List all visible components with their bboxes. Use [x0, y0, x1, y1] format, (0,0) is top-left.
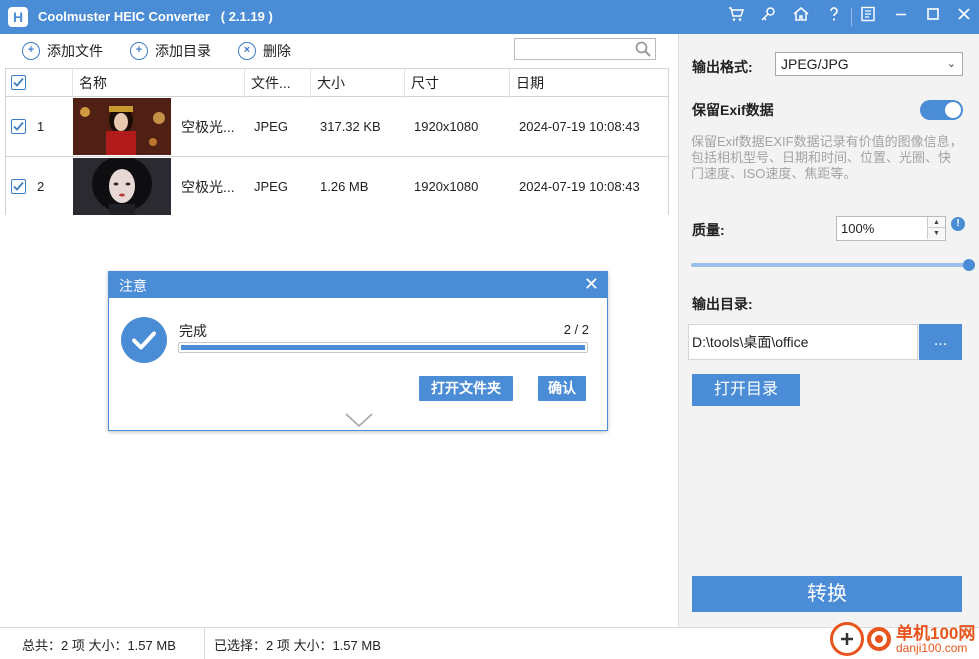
row-filename: 空极光... [181, 179, 235, 195]
exif-description: 保留Exif数据EXIF数据记录有价值的图像信息，包括相机型号、日期和时间、位置… [691, 134, 963, 181]
add-file-button[interactable]: + 添加文件 [22, 40, 103, 62]
feedback-icon[interactable] [856, 5, 880, 29]
image-thumbnail [73, 158, 171, 215]
key-icon[interactable] [756, 5, 780, 29]
column-date[interactable]: 日期 [510, 69, 668, 97]
close-icon[interactable] [952, 5, 976, 29]
row-size: 1.26 MB [320, 179, 369, 194]
watermark-logo-icon [830, 622, 864, 656]
row-date: 2024-07-19 10:08:43 [519, 179, 640, 194]
open-directory-button[interactable]: 打开目录 [692, 374, 800, 406]
ok-button[interactable]: 确认 [538, 376, 586, 401]
row-date: 2024-07-19 10:08:43 [519, 119, 640, 134]
title-bar: H Coolmuster HEIC Converter ( 2.1.19 ) [0, 0, 979, 34]
info-icon[interactable]: ! [951, 217, 965, 231]
select-all-checkbox[interactable] [11, 75, 26, 90]
column-filetype[interactable]: 文件... [245, 69, 311, 97]
titlebar-divider [851, 8, 852, 26]
delete-icon: × [238, 42, 256, 60]
column-name[interactable]: 名称 [72, 69, 245, 97]
watermark-site-url: danji100.com [896, 641, 968, 655]
progress-fill [181, 345, 585, 350]
output-format-select[interactable]: JPEG/JPG ⌄ [775, 52, 963, 76]
add-directory-button[interactable]: + 添加目录 [130, 40, 211, 62]
column-dimensions[interactable]: 尺寸 [405, 69, 510, 97]
keep-exif-label: 保留Exif数据 [692, 102, 774, 118]
home-icon[interactable] [789, 5, 813, 29]
delete-label: 删除 [263, 43, 291, 59]
convert-button[interactable]: 转换 [692, 576, 962, 612]
open-folder-button[interactable]: 打开文件夹 [419, 376, 513, 401]
cart-icon[interactable] [724, 5, 748, 29]
help-icon[interactable] [822, 5, 846, 29]
row-filename: 空极光... [181, 119, 235, 135]
settings-panel: 输出格式: JPEG/JPG ⌄ 保留Exif数据 保留Exif数据EXIF数据… [678, 34, 979, 627]
site-watermark: 单机100网 danji100.com [830, 618, 979, 659]
quality-value: 100% [841, 221, 875, 236]
dialog-title: 注意 [119, 278, 147, 294]
dialog-header: 注意 ✕ [109, 272, 607, 298]
status-total: 总共：2 项 大小：1.57 MB [22, 638, 176, 653]
maximize-icon[interactable] [921, 5, 945, 29]
table-row[interactable]: 1 空极光... JPEG 317.32 KB 1920x1080 2024-0… [6, 97, 668, 157]
row-index: 2 [37, 179, 45, 194]
row-filetype: JPEG [254, 179, 288, 194]
row-filetype: JPEG [254, 119, 288, 134]
table-row[interactable]: 2 空极光... JPEG 1.26 MB 1920x1080 2024-07-… [6, 157, 668, 217]
row-size: 317.32 KB [320, 119, 381, 134]
search-input[interactable] [514, 38, 656, 60]
quality-label: 质量: [692, 222, 725, 238]
chevron-down-icon[interactable] [344, 411, 374, 429]
minimize-icon[interactable] [889, 5, 913, 29]
toggle-knob [945, 102, 961, 118]
output-directory-label: 输出目录: [692, 296, 753, 312]
status-divider [204, 628, 205, 659]
success-check-icon [121, 317, 167, 363]
chevron-down-icon: ⌄ [946, 58, 956, 70]
progress-bar [178, 342, 588, 353]
output-format-label: 输出格式: [692, 59, 753, 75]
app-logo-icon: H [8, 7, 28, 27]
watermark-ring-icon [867, 627, 891, 651]
add-directory-label: 添加目录 [155, 43, 211, 59]
dialog-close-icon[interactable]: ✕ [584, 274, 599, 295]
dialog-progress-count: 2 / 2 [563, 322, 589, 337]
row-checkbox[interactable] [11, 119, 26, 134]
image-thumbnail [73, 98, 171, 155]
add-file-icon: + [22, 42, 40, 60]
file-table: 名称 文件... 大小 尺寸 日期 1 空极光... JPEG 317.32 K… [5, 68, 669, 217]
dialog-status: 完成 [179, 323, 207, 339]
increment-icon[interactable]: ▲ [927, 217, 945, 228]
row-checkbox[interactable] [11, 179, 26, 194]
search-icon[interactable] [634, 40, 652, 58]
row-dimensions: 1920x1080 [414, 119, 479, 134]
output-directory-field[interactable]: D:\tools\桌面\office [688, 324, 918, 360]
toolbar: + 添加文件 + 添加目录 × 删除 [0, 34, 678, 68]
browse-button[interactable]: ... [919, 324, 962, 360]
keep-exif-toggle[interactable] [920, 100, 963, 120]
decrement-icon[interactable]: ▼ [927, 228, 945, 239]
table-header: 名称 文件... 大小 尺寸 日期 [6, 69, 668, 97]
completion-dialog: 注意 ✕ 完成 2 / 2 打开文件夹 确认 [108, 271, 608, 431]
output-format-value: JPEG/JPG [781, 56, 849, 72]
add-file-label: 添加文件 [47, 43, 103, 59]
quality-stepper[interactable]: 100% ▲ ▼ [836, 216, 946, 241]
column-size[interactable]: 大小 [311, 69, 405, 97]
app-title: Coolmuster HEIC Converter ( 2.1.19 ) [38, 9, 273, 24]
quality-slider[interactable] [691, 259, 975, 271]
slider-handle[interactable] [963, 259, 975, 271]
status-selected: 已选择：2 项 大小：1.57 MB [214, 638, 381, 653]
delete-button[interactable]: × 删除 [238, 40, 291, 62]
add-folder-icon: + [130, 42, 148, 60]
row-index: 1 [37, 119, 45, 134]
row-dimensions: 1920x1080 [414, 179, 479, 194]
